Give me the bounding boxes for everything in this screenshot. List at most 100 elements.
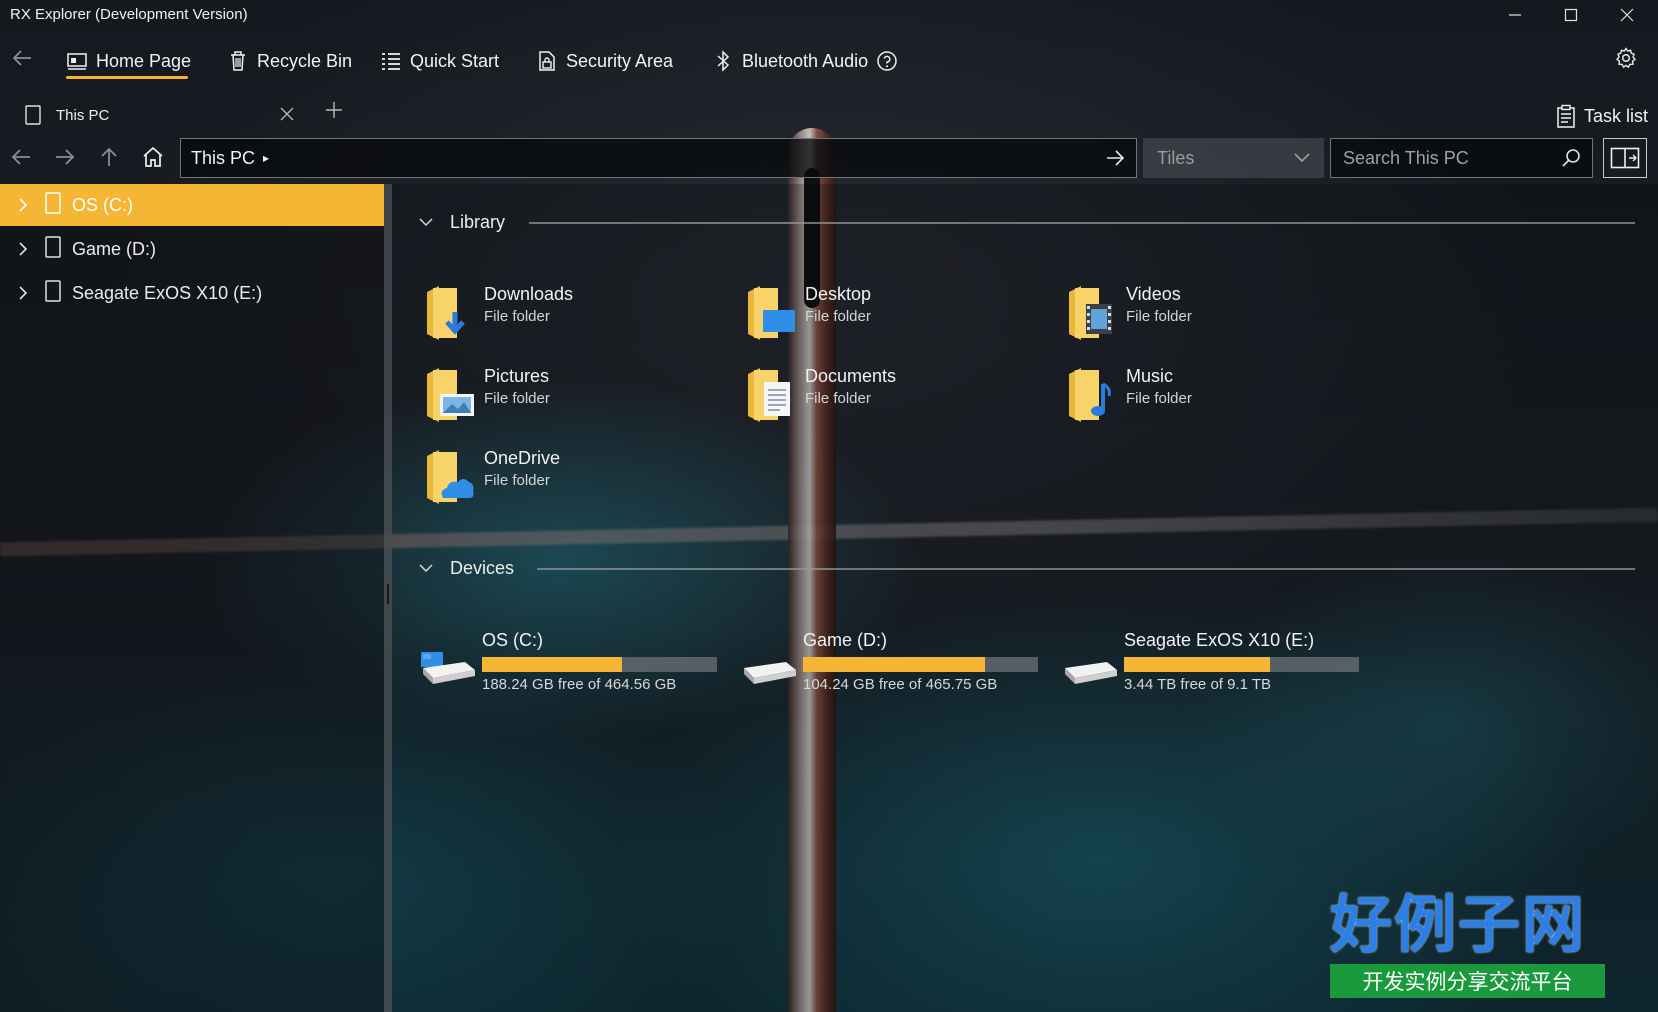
folder-type: File folder: [805, 390, 871, 407]
address-bar[interactable]: This PC ▸: [180, 138, 1137, 178]
chevron-down-icon: [1292, 147, 1312, 172]
back-button[interactable]: [0, 136, 42, 178]
drive-icon: [25, 105, 41, 125]
nav-home-page-label: Home Page: [96, 50, 192, 71]
folder-name: Music: [1126, 366, 1174, 386]
downloads-folder-icon: [427, 286, 465, 340]
folder-type: File folder: [484, 308, 550, 325]
folder-onedrive[interactable]: OneDrive File folder: [425, 448, 725, 514]
drive-icon: [1065, 662, 1117, 684]
tab-label: This PC: [56, 106, 110, 124]
maximize-icon: [1564, 8, 1578, 22]
nav-bluetooth-audio[interactable]: Bluetooth Audio: [712, 46, 898, 76]
forward-button[interactable]: [44, 136, 86, 178]
folder-documents[interactable]: Documents File folder: [746, 366, 1046, 432]
drive-icon: [44, 279, 62, 307]
folder-type: File folder: [484, 472, 550, 489]
close-icon: [280, 107, 294, 121]
path-separator[interactable]: ▸: [263, 151, 269, 165]
nav-security-area-label: Security Area: [566, 50, 674, 71]
tree-item-seagate-e[interactable]: Seagate ExOS X10 (E:): [0, 272, 384, 314]
folder-videos[interactable]: Videos File folder: [1067, 284, 1367, 350]
go-button[interactable]: [1104, 147, 1126, 174]
nav-security-area[interactable]: Security Area: [536, 46, 673, 76]
splitter-grip: [387, 584, 389, 604]
drive-name: OS (C:): [482, 630, 543, 650]
chevron-right-icon[interactable]: [12, 197, 34, 213]
help-icon[interactable]: [876, 50, 898, 72]
trash-icon: [227, 50, 249, 72]
folder-type: File folder: [1126, 390, 1192, 407]
bluetooth-icon: [712, 50, 734, 72]
search-icon[interactable]: [1560, 147, 1582, 174]
devices-title: Devices: [450, 558, 515, 578]
folder-pictures[interactable]: Pictures File folder: [425, 366, 725, 432]
list-icon: [380, 50, 402, 72]
tree-item-game-d[interactable]: Game (D:): [0, 228, 384, 270]
address-path[interactable]: This PC: [191, 148, 255, 169]
folder-name: Pictures: [484, 366, 550, 386]
documents-folder-icon: [748, 368, 790, 422]
folder-name: Desktop: [805, 284, 872, 304]
nav-quick-start-label: Quick Start: [410, 50, 500, 71]
folder-music[interactable]: Music File folder: [1067, 366, 1367, 432]
clipboard-icon: [1557, 104, 1575, 128]
nav-recycle-bin-label: Recycle Bin: [257, 50, 353, 71]
gear-icon: [1615, 47, 1637, 69]
folder-tree: OS (C:) Game (D:) Seagate ExOS X10 (E:): [0, 184, 384, 1012]
task-list-label: Task list: [1583, 105, 1648, 126]
preview-pane-toggle[interactable]: [1603, 138, 1647, 178]
drive-name: Seagate ExOS X10 (E:): [1124, 630, 1315, 650]
app-title: RX Explorer (Development Version): [10, 6, 248, 23]
library-title: Library: [450, 212, 506, 232]
maximize-button[interactable]: [1543, 0, 1599, 30]
chevron-down-icon: [418, 558, 434, 579]
home-icon: [143, 146, 163, 167]
device-game-d[interactable]: Game (D:) 104.24 GB free of 465.75 GB: [740, 630, 1060, 700]
nav-home-page[interactable]: Home Page: [66, 46, 191, 76]
home-button[interactable]: [132, 136, 174, 178]
device-os-c[interactable]: OS (C:) 188.24 GB free of 464.56 GB: [419, 630, 739, 700]
folder-desktop[interactable]: Desktop File folder: [746, 284, 1046, 350]
chevron-down-icon: [418, 212, 434, 233]
nav-back-button[interactable]: [10, 46, 34, 76]
top-navigation: Home Page Recycle Bin Quick Start Securi…: [0, 38, 1658, 84]
settings-button[interactable]: [1614, 46, 1638, 75]
new-tab-button[interactable]: [325, 98, 343, 126]
onedrive-folder-icon: [427, 450, 474, 504]
arrow-right-icon: [1107, 150, 1125, 166]
drive-icon: [744, 662, 796, 684]
music-folder-icon: [1069, 368, 1111, 422]
library-header[interactable]: Library: [418, 212, 505, 233]
devices-header[interactable]: Devices: [418, 558, 514, 579]
folder-name: Documents: [805, 366, 897, 386]
chevron-right-icon[interactable]: [12, 241, 34, 257]
up-button[interactable]: [88, 136, 130, 178]
nav-quick-start[interactable]: Quick Start: [380, 46, 499, 76]
address-row: This PC ▸ Tiles Search This PC: [0, 136, 1658, 180]
view-mode-select[interactable]: Tiles: [1143, 138, 1324, 178]
close-button[interactable]: [1599, 0, 1655, 30]
folder-downloads[interactable]: Downloads File folder: [425, 284, 725, 350]
folder-type: File folder: [1126, 308, 1192, 325]
search-input[interactable]: Search This PC: [1330, 138, 1593, 178]
task-list-button[interactable]: Task list: [1556, 104, 1648, 128]
view-mode-value: Tiles: [1157, 147, 1195, 168]
tree-splitter[interactable]: [384, 184, 392, 1012]
desktop-folder-icon: [748, 286, 795, 340]
drive-free-space: 188.24 GB free of 464.56 GB: [482, 676, 677, 693]
tab-this-pc[interactable]: This PC: [10, 96, 300, 134]
nav-recycle-bin[interactable]: Recycle Bin: [227, 46, 352, 76]
tree-item-os-c[interactable]: OS (C:): [0, 184, 384, 226]
nav-active-indicator: [66, 76, 188, 79]
minimize-button[interactable]: [1487, 0, 1543, 30]
device-seagate-e[interactable]: Seagate ExOS X10 (E:) 3.44 TB free of 9.…: [1061, 630, 1381, 700]
tree-item-label: OS (C:): [72, 194, 133, 215]
arrow-up-icon: [101, 147, 117, 166]
title-bar: RX Explorer (Development Version): [0, 0, 1658, 32]
tab-close-button[interactable]: [280, 105, 294, 126]
pane-toggle-icon: [1610, 147, 1640, 169]
folder-name: OneDrive: [484, 448, 561, 468]
chevron-right-icon[interactable]: [12, 285, 34, 301]
drive-icon: [44, 235, 62, 263]
